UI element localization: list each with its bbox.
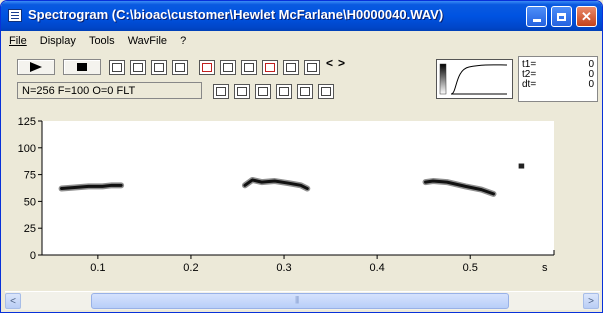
y-tick-label: 100 [18,143,36,155]
minimize-icon[interactable] [526,6,547,27]
print-icon[interactable] [283,60,299,75]
horizontal-scrollbar[interactable]: < > [5,291,600,310]
peak-icon[interactable] [172,60,188,75]
settings-icon[interactable] [199,60,215,75]
x-tick-label: 0.4 [369,262,384,274]
scroll-right-icon[interactable]: > [583,293,599,309]
compare-icon[interactable] [262,60,278,75]
band2-icon[interactable] [234,84,250,99]
y-tick-label: 25 [24,223,36,235]
window-title: Spectrogram (C:\bioac\customer\Hewlet Mc… [28,7,444,22]
scroll-thumb[interactable] [91,293,509,309]
edit-icon[interactable] [318,84,334,99]
play-icon[interactable] [17,59,55,75]
band4-icon[interactable] [276,84,292,99]
call-mark [518,163,525,169]
x-tick-label: 0.1 [90,262,105,274]
prev-icon[interactable]: < [326,56,333,70]
select-icon[interactable] [220,60,236,75]
open-icon[interactable] [304,60,320,75]
x-tick-label: 0.5 [463,262,478,274]
save-icon[interactable] [130,60,146,75]
maximize-icon[interactable] [551,6,572,27]
spectrogram-plot[interactable]: 125 100 75 50 25 0 0.1 0.2 0.3 0.4 0.5 s [9,111,595,281]
export-icon[interactable] [151,60,167,75]
amplitude-curve-preview[interactable] [436,59,513,99]
menu-display[interactable]: Display [35,32,81,47]
time-readout: t1= 0 t2= 0 dt= 0 [518,56,598,102]
close-icon[interactable]: ✕ [576,6,597,27]
menu-tools[interactable]: Tools [84,32,120,47]
spectrogram-window: Spectrogram (C:\bioac\customer\Hewlet Mc… [0,0,603,313]
copy-icon[interactable] [109,60,125,75]
title-bar[interactable]: Spectrogram (C:\bioac\customer\Hewlet Mc… [1,1,602,31]
menu-file[interactable]: File [4,32,32,47]
y-tick-label: 50 [24,196,36,208]
spectrogram-parameters: N=256 F=100 O=0 FLT [17,82,202,99]
band3-icon[interactable] [255,84,271,99]
y-tick-label: 0 [30,250,36,262]
menu-wavfile[interactable]: WavFile [123,32,172,47]
menu-help[interactable]: ? [175,32,191,47]
zoom-icon[interactable] [241,60,257,75]
x-tick-label: 0.2 [183,262,198,274]
y-tick-label: 75 [24,170,36,182]
app-icon [8,9,22,22]
next-icon[interactable]: > [338,56,345,70]
band1-icon[interactable] [213,84,229,99]
x-unit-label: s [542,262,548,274]
band5-icon[interactable] [297,84,313,99]
menu-bar: File Display Tools WavFile ? [4,32,601,50]
scroll-left-icon[interactable]: < [5,293,21,309]
x-tick-label: 0.3 [276,262,291,274]
spectrogram-canvas[interactable]: 125 100 75 50 25 0 0.1 0.2 0.3 0.4 0.5 s [9,111,595,281]
stop-icon[interactable] [63,59,101,75]
y-tick-label: 125 [18,116,36,128]
toolbar: < > N=256 F=100 O=0 FLT t1= 0 t2= 0 dt= … [9,55,598,107]
